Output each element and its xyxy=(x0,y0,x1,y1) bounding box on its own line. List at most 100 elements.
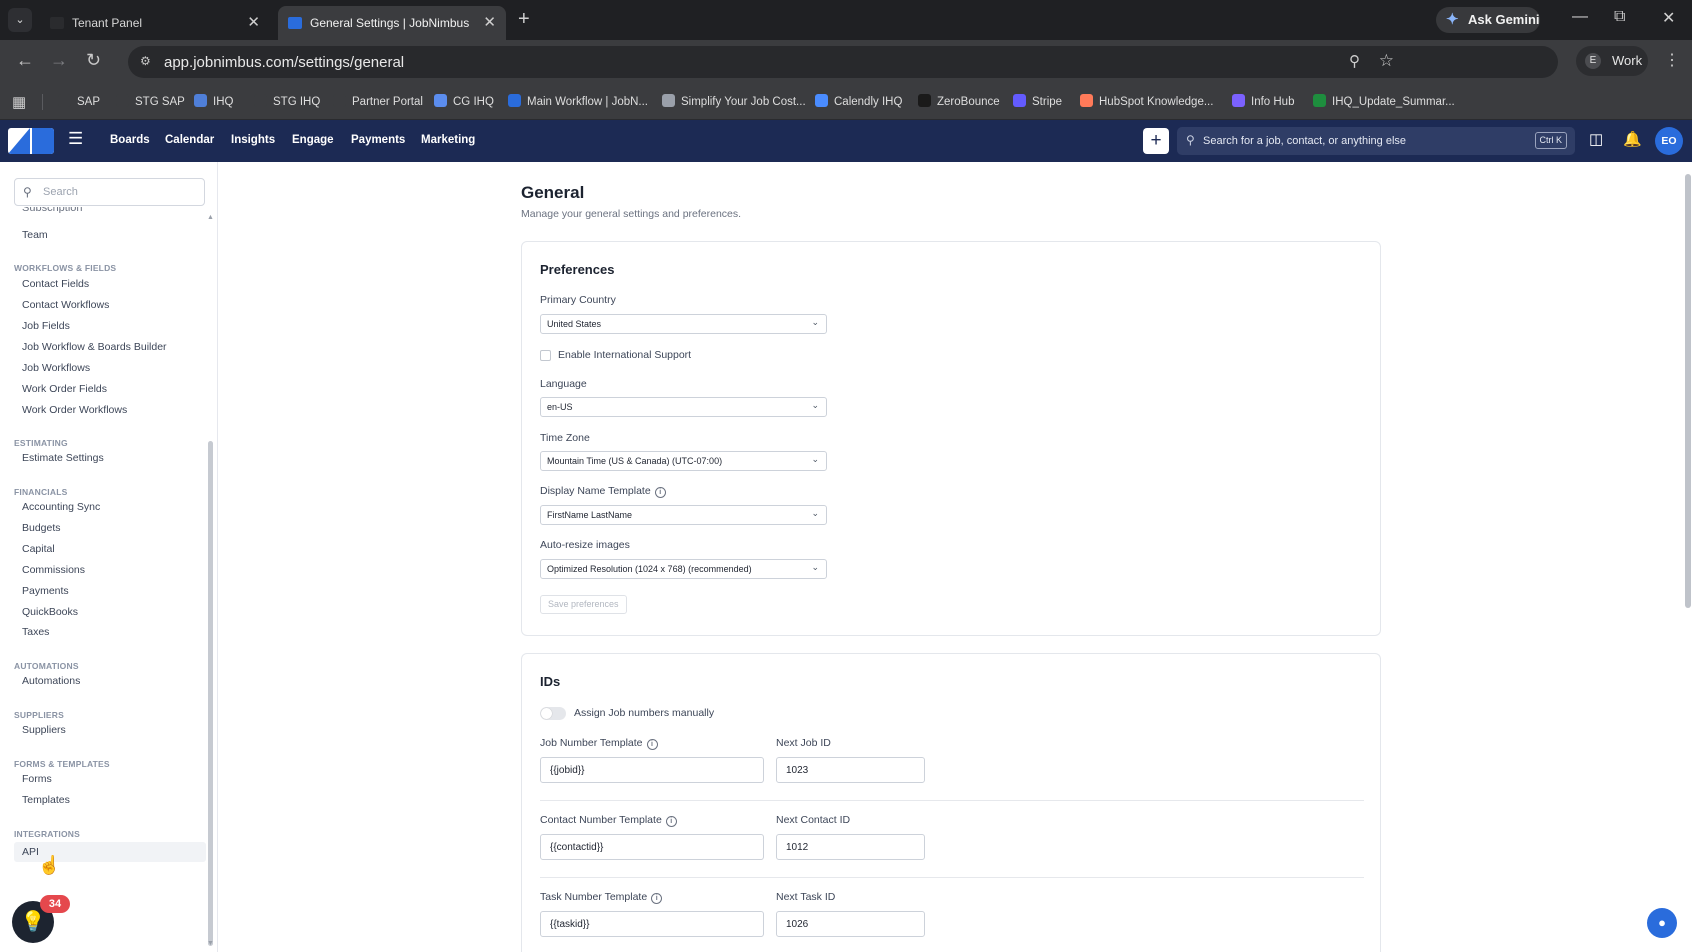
sidebar-item-quickbooks[interactable]: QuickBooks xyxy=(22,606,78,618)
save-preferences-button[interactable]: Save preferences xyxy=(540,595,627,614)
contact-number-template-input[interactable]: {{contactid}} xyxy=(540,834,764,860)
bookmark-stripe[interactable]: Stripe xyxy=(1013,94,1062,108)
chevron-down-icon: ⌄ xyxy=(811,454,819,464)
sidebar-item-budgets[interactable]: Budgets xyxy=(22,522,61,534)
sidebar-item-contact-workflows[interactable]: Contact Workflows xyxy=(22,299,109,311)
info-icon[interactable]: i xyxy=(646,739,658,750)
sidebar-item-subscription[interactable]: Subscription xyxy=(22,207,83,213)
create-new-button[interactable]: + xyxy=(1143,128,1169,154)
sidebar-item-payments[interactable]: Payments xyxy=(22,585,69,597)
sidebar-item-capital[interactable]: Capital xyxy=(22,543,55,555)
next-job-id-input[interactable]: 1023 xyxy=(776,757,925,783)
bookmark-hubspot[interactable]: HubSpot Knowledge... xyxy=(1080,94,1213,108)
sidebar-item-contact-fields[interactable]: Contact Fields xyxy=(22,278,89,290)
bookmark-stg-sap[interactable]: STG SAP xyxy=(116,94,185,108)
primary-country-select[interactable]: United States ⌄ xyxy=(540,314,827,334)
sidebar-item-automations[interactable]: Automations xyxy=(22,675,80,687)
integrations-icon[interactable]: ◫ xyxy=(1589,130,1603,148)
sidebar-scroll-thumb[interactable] xyxy=(208,441,213,946)
next-job-id-value: 1023 xyxy=(786,765,809,776)
language-select[interactable]: en-US ⌄ xyxy=(540,397,827,417)
restore-window-icon[interactable]: ⧉ xyxy=(1614,8,1625,26)
nav-marketing[interactable]: Marketing xyxy=(421,134,475,146)
bookmark-ihq[interactable]: IHQ xyxy=(194,94,233,108)
sidebar-search[interactable]: ⚲ xyxy=(14,178,205,206)
browser-menu-icon[interactable]: ⋮ xyxy=(1664,50,1680,70)
close-tab-icon[interactable]: ✕ xyxy=(483,13,496,31)
next-task-id-input[interactable]: 1026 xyxy=(776,911,925,937)
scroll-down-arrow-icon[interactable]: ▼ xyxy=(207,940,214,947)
sidebar-item-estimate-settings[interactable]: Estimate Settings xyxy=(22,452,104,464)
sidebar-item-accounting-sync[interactable]: Accounting Sync xyxy=(22,501,100,513)
sidebar-item-job-fields[interactable]: Job Fields xyxy=(22,320,70,332)
global-search-input[interactable]: ⚲ Search for a job, contact, or anything… xyxy=(1177,127,1575,155)
new-tab-button[interactable]: + xyxy=(518,8,530,31)
sidebar-item-job-workflows[interactable]: Job Workflows xyxy=(22,362,90,374)
bookmark-zerobounce[interactable]: ZeroBounce xyxy=(918,94,1000,108)
main-scrollbar[interactable] xyxy=(1684,162,1692,952)
autoresize-images-select[interactable]: Optimized Resolution (1024 x 768) (recom… xyxy=(540,559,827,579)
sidebar-item-taxes[interactable]: Taxes xyxy=(22,626,49,638)
hamburger-menu-icon[interactable]: ☰ xyxy=(68,129,83,149)
chat-support-button[interactable]: ● xyxy=(1647,908,1677,938)
info-icon[interactable]: i xyxy=(654,487,666,498)
timezone-select[interactable]: Mountain Time (US & Canada) (UTC-07:00) … xyxy=(540,451,827,471)
minimize-window-icon[interactable]: — xyxy=(1572,8,1588,26)
main-scroll-thumb[interactable] xyxy=(1685,174,1691,608)
scroll-up-arrow-icon[interactable]: ▲ xyxy=(207,214,214,221)
url-omnibox[interactable]: ⚙ app.jobnimbus.com/settings/general ⚲ ☆ xyxy=(128,46,1558,78)
sidebar-item-job-workflow-boards-builder[interactable]: Job Workflow & Boards Builder xyxy=(22,341,167,353)
site-info-icon[interactable]: ⚙ xyxy=(140,54,151,68)
sidebar-item-templates[interactable]: Templates xyxy=(22,794,70,806)
sidebar-section-financials: FINANCIALS xyxy=(14,487,68,497)
info-icon[interactable]: i xyxy=(665,816,677,827)
nav-calendar[interactable]: Calendar xyxy=(165,134,214,146)
sidebar-item-commissions[interactable]: Commissions xyxy=(22,564,85,576)
sidebar-search-input[interactable] xyxy=(43,184,193,200)
bookmark-info-hub[interactable]: Info Hub xyxy=(1232,94,1294,108)
reload-icon[interactable]: ↻ xyxy=(86,50,101,71)
sidebar-item-work-order-fields[interactable]: Work Order Fields xyxy=(22,383,107,395)
bookmark-favicon-icon xyxy=(1080,94,1093,107)
bookmark-stg-ihq[interactable]: STG IHQ xyxy=(254,94,320,108)
next-contact-id-input[interactable]: 1012 xyxy=(776,834,925,860)
sidebar-item-suppliers[interactable]: Suppliers xyxy=(22,724,66,736)
nav-payments[interactable]: Payments xyxy=(351,134,405,146)
bookmark-simplify-job-cost[interactable]: Simplify Your Job Cost... xyxy=(662,94,806,108)
bookmark-sap[interactable]: SAP xyxy=(58,94,100,108)
apps-grid-icon[interactable]: ▦ xyxy=(12,93,26,111)
nav-engage[interactable]: Engage xyxy=(292,134,334,146)
bookmark-star-icon[interactable]: ☆ xyxy=(1379,51,1394,71)
sidebar-scrollbar[interactable]: ▲ ▼ xyxy=(207,214,214,947)
user-avatar[interactable]: EO xyxy=(1655,127,1683,155)
job-number-template-input[interactable]: {{jobid}} xyxy=(540,757,764,783)
profile-button[interactable]: E Work xyxy=(1576,46,1648,76)
forward-arrow-icon[interactable]: → xyxy=(50,50,68,71)
sidebar-item-work-order-workflows[interactable]: Work Order Workflows xyxy=(22,404,127,416)
zoom-icon[interactable]: ⚲ xyxy=(1349,52,1360,70)
ask-gemini-button[interactable]: ✦ Ask Gemini xyxy=(1436,7,1540,33)
nav-boards[interactable]: Boards xyxy=(110,134,150,146)
display-name-template-select[interactable]: FirstName LastName ⌄ xyxy=(540,505,827,525)
jobnimbus-logo[interactable] xyxy=(8,128,54,154)
assign-job-numbers-toggle[interactable] xyxy=(540,707,566,720)
bookmark-main-workflow[interactable]: Main Workflow | JobN... xyxy=(508,94,648,108)
bookmark-ihq-update-summary[interactable]: IHQ_Update_Summar... xyxy=(1313,94,1455,108)
task-number-template-input[interactable]: {{taskid}} xyxy=(540,911,764,937)
bookmark-partner-portal[interactable]: Partner Portal xyxy=(333,94,423,108)
bookmark-calendly-ihq[interactable]: Calendly IHQ xyxy=(815,94,902,108)
info-icon[interactable]: i xyxy=(651,893,663,904)
back-arrow-icon[interactable]: ← xyxy=(16,50,34,71)
nav-insights[interactable]: Insights xyxy=(231,134,275,146)
url-text[interactable]: app.jobnimbus.com/settings/general xyxy=(164,54,404,71)
sidebar-item-team[interactable]: Team xyxy=(22,229,48,241)
close-window-icon[interactable]: ✕ xyxy=(1662,8,1675,28)
sidebar-item-forms[interactable]: Forms xyxy=(22,773,52,785)
tab-search-button[interactable]: ⌄ xyxy=(8,8,32,32)
browser-tab-general-settings[interactable]: General Settings | JobNimbus ✕ xyxy=(278,6,506,40)
notifications-bell-icon[interactable]: 🔔 xyxy=(1623,130,1642,148)
intl-support-checkbox[interactable] xyxy=(540,350,551,361)
close-tab-icon[interactable]: ✕ xyxy=(247,13,260,31)
browser-tab-tenant-panel[interactable]: Tenant Panel ✕ xyxy=(40,6,270,40)
bookmark-cg-ihq[interactable]: CG IHQ xyxy=(434,94,494,108)
